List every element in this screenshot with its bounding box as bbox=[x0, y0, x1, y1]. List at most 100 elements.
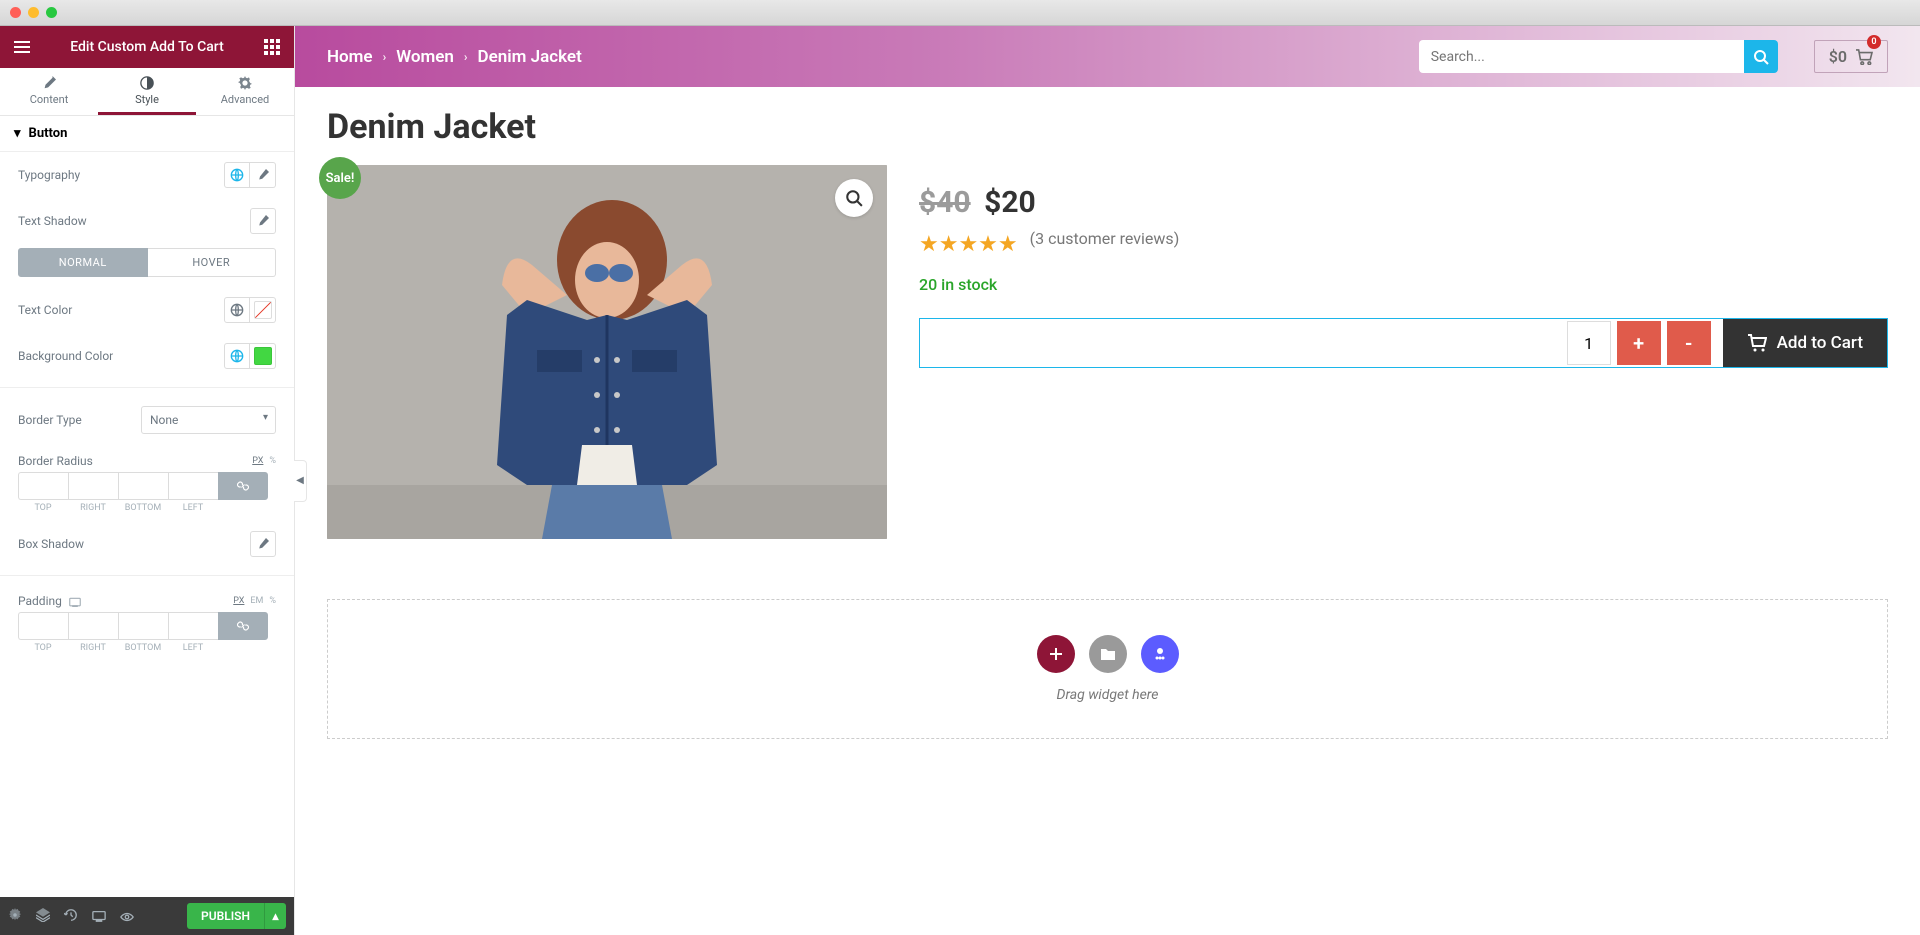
padding-inputs: TOP RIGHT BOTTOM LEFT bbox=[0, 612, 294, 661]
pad-unit-px[interactable]: PX bbox=[233, 596, 244, 606]
link-values-icon[interactable] bbox=[218, 472, 268, 500]
state-tabs: NORMAL HOVER bbox=[18, 248, 276, 277]
tab-advanced[interactable]: Advanced bbox=[196, 68, 294, 115]
search-button[interactable] bbox=[1744, 40, 1778, 73]
tab-advanced-label: Advanced bbox=[221, 93, 269, 106]
unit-px[interactable]: PX bbox=[252, 456, 263, 466]
maximize-window-icon[interactable] bbox=[46, 7, 57, 18]
text-shadow-label: Text Shadow bbox=[18, 214, 87, 228]
pad-top[interactable] bbox=[18, 612, 68, 640]
bg-color-global-icon[interactable] bbox=[224, 343, 250, 369]
control-padding: Padding PX EM % bbox=[0, 584, 294, 612]
pad-right[interactable] bbox=[68, 612, 118, 640]
current-price: $20 bbox=[984, 185, 1036, 220]
add-to-cart-button[interactable]: Add to Cart bbox=[1723, 319, 1887, 367]
chevron-right-icon: › bbox=[383, 50, 387, 64]
editor-sidebar: Edit Custom Add To Cart Content Style Ad… bbox=[0, 26, 295, 935]
preview-icon[interactable] bbox=[120, 907, 134, 926]
br-bottom[interactable] bbox=[118, 472, 168, 500]
product-title: Denim Jacket bbox=[327, 107, 1888, 147]
control-border-radius: Border Radius PX % bbox=[0, 444, 294, 472]
cart-button[interactable]: $0 0 bbox=[1814, 40, 1888, 73]
br-left[interactable] bbox=[168, 472, 218, 500]
state-tab-normal[interactable]: NORMAL bbox=[18, 248, 148, 277]
background-color-label: Background Color bbox=[18, 349, 113, 363]
box-shadow-edit-icon[interactable] bbox=[250, 531, 276, 557]
widgets-grid-icon[interactable] bbox=[262, 37, 282, 57]
chevron-right-icon: › bbox=[464, 50, 468, 64]
publish-caret-icon[interactable]: ▴ bbox=[264, 903, 286, 929]
search-bar bbox=[1419, 40, 1778, 73]
add-section-icon[interactable] bbox=[1037, 635, 1075, 673]
pad-link-icon[interactable] bbox=[218, 612, 268, 640]
unit-percent[interactable]: % bbox=[269, 456, 276, 466]
pad-unit-em[interactable]: EM bbox=[250, 596, 263, 606]
border-type-select[interactable]: None bbox=[141, 406, 276, 434]
pad-bottom[interactable] bbox=[118, 612, 168, 640]
cart-badge: 0 bbox=[1867, 35, 1881, 49]
border-radius-label: Border Radius bbox=[18, 454, 93, 468]
navigator-icon[interactable] bbox=[36, 907, 50, 926]
search-input[interactable] bbox=[1419, 40, 1744, 73]
br-top[interactable] bbox=[18, 472, 68, 500]
control-text-color: Text Color bbox=[0, 287, 294, 333]
typography-edit-icon[interactable] bbox=[250, 162, 276, 188]
settings-icon[interactable] bbox=[8, 907, 22, 926]
breadcrumb: Home › Women › Denim Jacket bbox=[327, 47, 582, 67]
dim-right: RIGHT bbox=[68, 500, 118, 513]
sidebar-body: ▾ Button Typography Text Shadow bbox=[0, 116, 294, 897]
quantity-input[interactable] bbox=[1567, 321, 1611, 365]
close-window-icon[interactable] bbox=[10, 7, 21, 18]
add-template-icon[interactable] bbox=[1089, 635, 1127, 673]
publish-label[interactable]: PUBLISH bbox=[187, 903, 264, 929]
box-shadow-label: Box Shadow bbox=[18, 537, 84, 551]
responsive-icon[interactable] bbox=[92, 907, 106, 926]
sale-badge: Sale! bbox=[319, 157, 361, 199]
typography-label: Typography bbox=[18, 168, 80, 182]
section-button[interactable]: ▾ Button bbox=[0, 116, 294, 152]
bc-home[interactable]: Home bbox=[327, 47, 373, 67]
pad-left[interactable] bbox=[168, 612, 218, 640]
product-summary: $40 $20 ★★★★★ (3 customer reviews) 20 in… bbox=[919, 165, 1888, 539]
stock-label: 20 in stock bbox=[919, 275, 1888, 294]
widget-drop-zone[interactable]: Drag widget here bbox=[327, 599, 1888, 739]
zoom-icon[interactable] bbox=[835, 179, 873, 217]
collapse-sidebar-icon[interactable]: ◀ bbox=[294, 460, 307, 502]
sidebar-title: Edit Custom Add To Cart bbox=[32, 39, 262, 55]
typography-global-icon[interactable] bbox=[224, 162, 250, 188]
menu-icon[interactable] bbox=[12, 37, 32, 57]
rating-stars: ★★★★★ bbox=[919, 232, 1018, 257]
state-tab-hover[interactable]: HOVER bbox=[148, 248, 277, 277]
qty-plus-button[interactable]: + bbox=[1617, 321, 1661, 365]
text-shadow-edit-icon[interactable] bbox=[250, 208, 276, 234]
add-global-icon[interactable] bbox=[1141, 635, 1179, 673]
product-image[interactable] bbox=[327, 165, 887, 539]
reviews-link[interactable]: (3 customer reviews) bbox=[1030, 229, 1180, 248]
br-right[interactable] bbox=[68, 472, 118, 500]
preview-pane: Home › Women › Denim Jacket $0 0 Denim J… bbox=[295, 26, 1920, 935]
text-color-global-icon[interactable] bbox=[224, 297, 250, 323]
text-color-label: Text Color bbox=[18, 303, 72, 317]
bg-color-swatch[interactable] bbox=[250, 343, 276, 369]
minimize-window-icon[interactable] bbox=[28, 7, 39, 18]
qty-minus-button[interactable]: - bbox=[1667, 321, 1711, 365]
pad-unit-percent[interactable]: % bbox=[269, 596, 276, 606]
control-box-shadow: Box Shadow bbox=[0, 521, 294, 567]
dim-top: TOP bbox=[18, 500, 68, 513]
tab-content[interactable]: Content bbox=[0, 68, 98, 115]
caret-down-icon: ▾ bbox=[14, 126, 21, 141]
publish-button[interactable]: PUBLISH ▴ bbox=[187, 903, 286, 929]
section-button-label: Button bbox=[29, 126, 68, 141]
bc-women[interactable]: Women bbox=[396, 47, 454, 67]
text-color-swatch[interactable] bbox=[250, 297, 276, 323]
tab-content-label: Content bbox=[30, 93, 69, 106]
window-chrome bbox=[0, 0, 1920, 26]
add-to-cart-row: + - Add to Cart bbox=[919, 318, 1888, 368]
border-radius-inputs: TOP RIGHT BOTTOM LEFT bbox=[0, 472, 294, 521]
dim-bottom: BOTTOM bbox=[118, 500, 168, 513]
control-background-color: Background Color bbox=[0, 333, 294, 379]
history-icon[interactable] bbox=[64, 907, 78, 926]
product-price: $40 $20 bbox=[919, 185, 1888, 220]
tab-style[interactable]: Style bbox=[98, 68, 196, 115]
topbar: Home › Women › Denim Jacket $0 0 bbox=[295, 26, 1920, 87]
